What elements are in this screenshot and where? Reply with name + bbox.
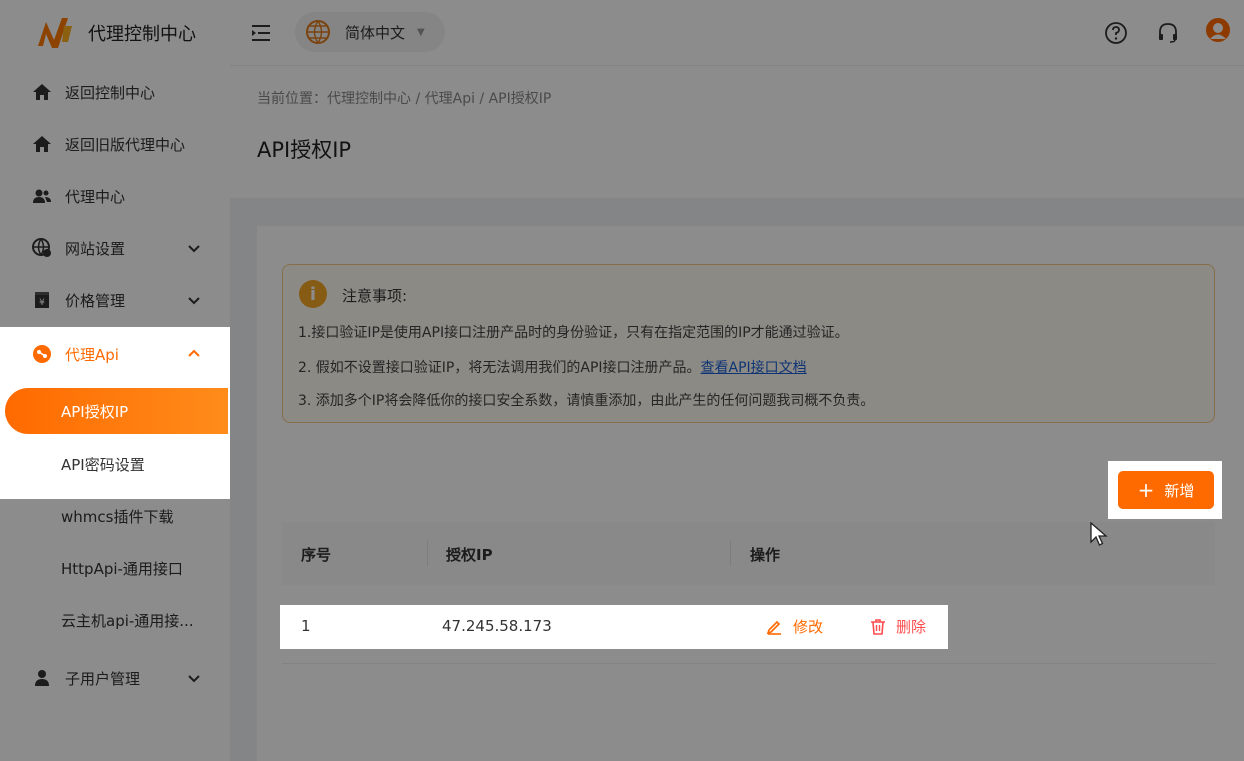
edit-label: 修改 [793, 618, 824, 636]
add-button[interactable]: + 新增 [1118, 471, 1214, 509]
notice-line-3: 3. 添加多个IP将会降低你的接口安全系数，请慎重添加，由此产生的任何问题我司概… [298, 393, 875, 409]
edit-icon [766, 620, 781, 635]
column-header-index: 序号 [301, 546, 332, 564]
sidebar-item-agent-center[interactable]: 代理中心 [0, 170, 230, 222]
sidebar-subitem-httpapi[interactable]: HttpApi-通用接口 [0, 542, 230, 594]
table-row: 1 47.245.58.173 修改 删除 [280, 605, 948, 649]
top-header: 简体中文 ▼ [230, 0, 1244, 66]
page-header: 当前位置：代理控制中心 / 代理Api / API授权IP API授权IP [230, 66, 1244, 198]
edit-button[interactable]: 修改 [766, 616, 823, 637]
sidebar-subitem-cloud-host-api[interactable]: 云主机api-通用接... [0, 594, 230, 646]
column-divider [427, 540, 428, 566]
sidebar-item-label: 返回控制中心 [65, 83, 156, 102]
sidebar-subitem-label: HttpApi-通用接口 [61, 559, 183, 578]
chevron-down-icon [188, 675, 200, 683]
add-button-spotlight: + 新增 [1108, 461, 1222, 519]
language-select[interactable]: 简体中文 ▼ [295, 12, 445, 52]
avatar[interactable] [1205, 17, 1231, 43]
sidebar-item-agent-api-highlight[interactable]: 代理Api [0, 328, 230, 380]
sidebar-highlight: 代理Api API授权IP API密码设置 [0, 327, 230, 499]
sidebar-subitem-label: whmcs插件下载 [61, 507, 174, 526]
column-divider [730, 540, 731, 566]
users-icon [32, 186, 52, 206]
notice-line-2: 2. 假如不设置接口验证IP，将无法调用我们的API接口注册产品。查看API接口… [298, 357, 807, 377]
sidebar-item-price-management[interactable]: ¥ 价格管理 [0, 274, 230, 326]
sidebar-item-label: 价格管理 [65, 291, 126, 310]
sidebar-subitem-api-password-settings-highlight[interactable]: API密码设置 [0, 438, 230, 490]
logo-text: 代理控制中心 [88, 24, 196, 45]
sidebar-item-sub-user-management[interactable]: 子用户管理 [0, 652, 230, 704]
user-icon [32, 668, 52, 688]
table-header: 序号 授权IP 操作 [282, 522, 1215, 585]
sidebar-subitem-api-authorized-ip-highlight[interactable]: API授权IP [5, 388, 228, 434]
notice-box: i 注意事项: 1.接口验证IP是使用API接口注册产品时的身份验证，只有在指定… [282, 264, 1215, 423]
trash-icon [871, 619, 885, 635]
delete-label: 删除 [896, 618, 927, 636]
sidebar-item-back-control-center[interactable]: 返回控制中心 [0, 66, 230, 118]
price-icon: ¥ [32, 290, 52, 310]
help-icon[interactable] [1104, 21, 1128, 45]
sidebar-item-label: 代理中心 [65, 187, 126, 206]
logo-icon [34, 12, 76, 54]
home-icon [32, 82, 52, 102]
sidebar-item-website-settings[interactable]: 网站设置 [0, 222, 230, 274]
delete-button[interactable]: 删除 [870, 616, 926, 637]
sidebar-item-back-old-agent-center[interactable]: 返回旧版代理中心 [0, 118, 230, 170]
plus-icon: + [1137, 478, 1155, 502]
home-icon [32, 134, 52, 154]
sidebar-item-label: 代理Api [65, 345, 119, 364]
api-docs-link[interactable]: 查看API接口文档 [701, 360, 807, 376]
breadcrumb: 当前位置：代理控制中心 / 代理Api / API授权IP [257, 91, 552, 107]
sidebar-subitem-label: API密码设置 [61, 455, 145, 474]
caret-down-icon: ▼ [417, 26, 425, 38]
menu-toggle-icon[interactable] [250, 23, 272, 43]
column-header-ip: 授权IP [446, 546, 493, 564]
cell-index: 1 [301, 617, 311, 635]
notice-line-1: 1.接口验证IP是使用API接口注册产品时的身份验证，只有在指定范围的IP才能通… [298, 325, 849, 341]
cell-ip: 47.245.58.173 [442, 617, 552, 635]
mouse-cursor-icon [1090, 522, 1108, 546]
logo[interactable]: 代理控制中心 [0, 0, 230, 66]
language-label: 简体中文 [345, 23, 406, 42]
api-icon [32, 344, 52, 364]
sidebar-item-label: 网站设置 [65, 239, 126, 258]
sidebar-subitem-label: 云主机api-通用接... [61, 611, 194, 630]
globe-icon [306, 20, 330, 44]
notice-title: 注意事项: [342, 287, 408, 305]
chevron-down-icon [188, 297, 200, 305]
page-title: API授权IP [257, 138, 352, 162]
headset-icon[interactable] [1156, 21, 1180, 45]
notice-line-2-text: 2. 假如不设置接口验证IP，将无法调用我们的API接口注册产品。 [298, 360, 701, 376]
sidebar-item-label: 返回旧版代理中心 [65, 135, 186, 154]
add-button-label: 新增 [1164, 481, 1195, 500]
row-divider [282, 663, 1215, 664]
svg-text:¥: ¥ [39, 298, 45, 308]
sidebar-subitem-label: API授权IP [61, 402, 129, 421]
website-settings-icon [32, 238, 52, 258]
sidebar-item-label: 子用户管理 [65, 669, 141, 688]
column-header-actions: 操作 [750, 546, 781, 564]
chevron-up-icon [188, 349, 200, 357]
info-icon: i [299, 280, 327, 308]
chevron-down-icon [188, 245, 200, 253]
